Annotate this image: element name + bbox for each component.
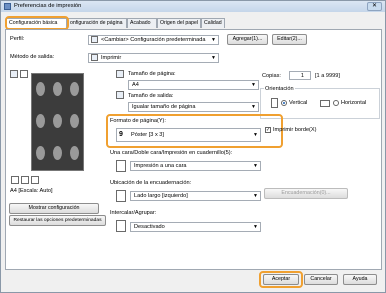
binding-button[interactable]: Encuadernación(0)... (264, 188, 348, 199)
page-size-icon (116, 70, 124, 78)
page-format-select[interactable]: 9 Póster [3 x 3] ▼ (116, 128, 261, 142)
tab-highlight (5, 16, 69, 30)
chevron-down-icon: ▼ (251, 104, 256, 110)
settings-panel: Perfil: <Cambiar> Configuración predeter… (5, 29, 382, 270)
tab-paper-source[interactable]: Origen del papel (157, 18, 201, 28)
preview-scale-label: A4 [Escala: Auto] (10, 188, 53, 194)
output-method-value: Imprimir (101, 55, 122, 61)
output-method-label: Método de salida: (10, 54, 55, 60)
poster-tile (66, 74, 83, 106)
copies-label: Copias: (262, 73, 281, 79)
page-size-select[interactable]: A4 ▼ (128, 80, 259, 90)
printer-app-icon (4, 3, 11, 10)
poster-tile (32, 106, 49, 138)
show-settings-button[interactable]: Mostrar configuración (9, 203, 99, 214)
profile-label: Perfil: (10, 36, 25, 42)
page-size-value: A4 (132, 82, 139, 88)
landscape-icon (320, 100, 330, 107)
binding-select[interactable]: Lado largo [izquierdo] ▼ (130, 191, 261, 201)
duplex-label: Una cara/Doble cara/Impresión en cuadern… (110, 150, 233, 156)
profile-icon (91, 36, 98, 43)
chevron-down-icon: ▼ (253, 193, 258, 199)
profile-value: <Cambiar> Configuración predeterminada (101, 37, 206, 43)
output-size-select[interactable]: Igualar tamaño de página ▼ (128, 102, 259, 112)
page-icon (31, 176, 39, 184)
tab-quality[interactable]: Calidad (201, 18, 225, 28)
accept-button[interactable]: Aceptar (263, 274, 299, 285)
duplex-select[interactable]: Impresión a una cara ▼ (130, 161, 261, 171)
poster-tile (66, 138, 83, 170)
duplex-value: Impresión a una cara (134, 163, 187, 169)
cancel-button[interactable]: Cancelar (304, 274, 338, 285)
printer-icon (91, 54, 98, 61)
close-button[interactable]: ✕ (367, 2, 382, 11)
poster-tile (32, 74, 49, 106)
pencil-icon (21, 176, 29, 184)
help-button[interactable]: Ayuda (343, 274, 377, 285)
orientation-label: Orientación (264, 86, 295, 92)
poster-grid-icon: 9 (119, 131, 123, 138)
add-profile-button[interactable]: Agregar(1)... (227, 34, 268, 45)
chevron-down-icon: ▼ (253, 163, 258, 169)
collate-value: Desactivado (134, 224, 165, 230)
print-preferences-window: Preferencias de impresión ✕ Configuració… (0, 0, 386, 293)
binding-side-icon (116, 190, 126, 202)
layout-toggle-icon[interactable] (20, 70, 28, 78)
title-bar: Preferencias de impresión ✕ (1, 1, 385, 12)
output-size-icon (116, 91, 124, 99)
chevron-down-icon: ▼ (251, 82, 256, 88)
chevron-down-icon: ▼ (211, 55, 216, 61)
orientation-vertical-radio[interactable] (281, 100, 287, 106)
poster-preview-page (31, 73, 84, 171)
print-border-checkbox[interactable]: ✓ (265, 127, 271, 133)
poster-tile (49, 106, 66, 138)
single-sided-icon (116, 160, 126, 172)
page-format-value: Póster [3 x 3] (131, 132, 164, 138)
portrait-icon (271, 98, 278, 108)
tab-finishing[interactable]: Acabado (127, 18, 157, 28)
edit-profile-button[interactable]: Editar(2)... (272, 34, 307, 45)
page-format-label: Formato de página(Y): (110, 118, 166, 124)
restore-defaults-button[interactable]: Restaurar las opciones predeterminadas (9, 215, 106, 226)
collate-icon (116, 220, 126, 232)
orientation-vertical-label: Vertical (289, 100, 308, 106)
output-size-value: Igualar tamaño de página (132, 104, 196, 110)
orientation-horizontal-radio[interactable] (333, 100, 339, 106)
copies-stepper[interactable]: 1 (289, 71, 311, 80)
poster-tile (49, 74, 66, 106)
output-method-select[interactable]: Imprimir ▼ (88, 53, 219, 63)
poster-tile (32, 138, 49, 170)
binding-label: Ubicación de la encuadernación: (110, 180, 192, 186)
orientation-horizontal-label: Horizontal (341, 100, 367, 106)
chevron-down-icon: ▼ (253, 132, 258, 138)
binding-value: Lado largo [izquierdo] (134, 193, 188, 199)
poster-tile (49, 138, 66, 170)
poster-tile (66, 106, 83, 138)
copies-value: 1 (300, 73, 304, 79)
profile-select[interactable]: <Cambiar> Configuración predeterminada ▼ (88, 35, 219, 45)
grid-icon (11, 176, 19, 184)
print-border-label: Imprimir borde(X) (273, 127, 317, 133)
preview-toggle-icon[interactable] (10, 70, 18, 78)
output-size-label: Tamaño de salida: (128, 93, 174, 99)
chevron-down-icon: ▼ (253, 224, 258, 230)
copies-range: [1 a 9999] (315, 73, 340, 79)
window-title: Preferencias de impresión (14, 3, 82, 9)
tab-page-setup[interactable]: onfiguración de página (67, 18, 127, 28)
page-size-label: Tamaño de página: (128, 71, 176, 77)
collate-select[interactable]: Desactivado ▼ (130, 222, 261, 232)
chevron-down-icon: ▼ (211, 37, 216, 43)
collate-label: Intercalar/Agrupar: (110, 210, 157, 216)
